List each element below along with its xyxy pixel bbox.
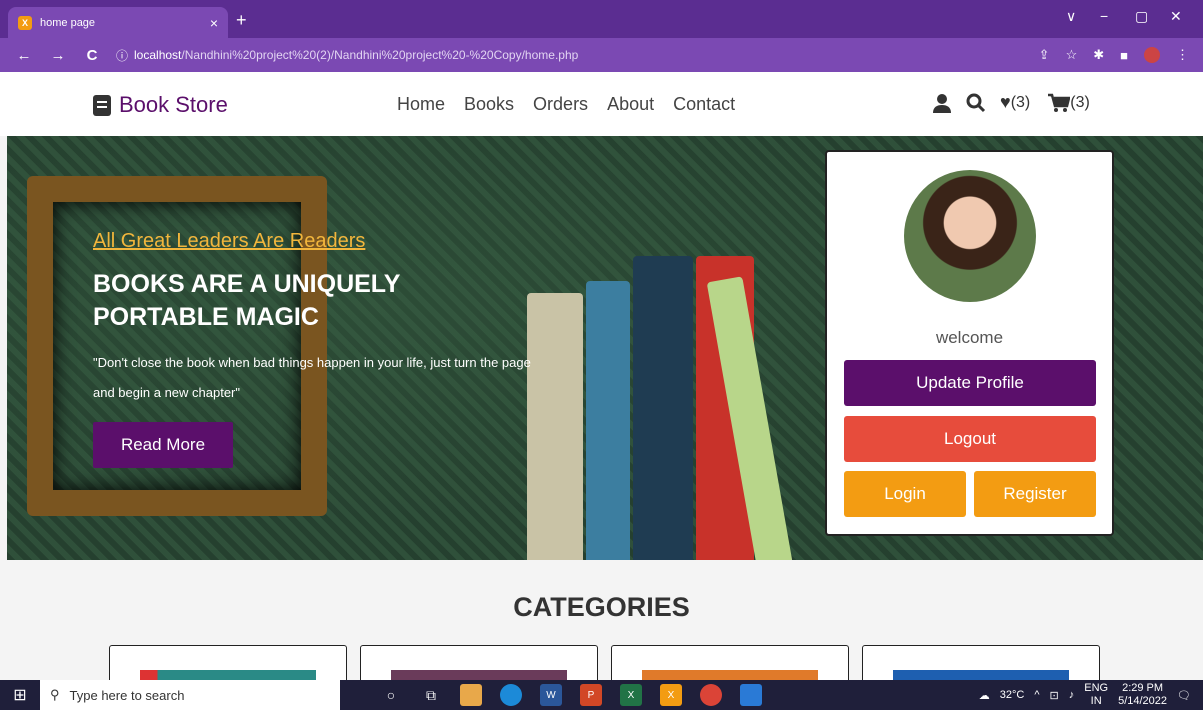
clock-time: 2:29 PM [1122, 682, 1164, 694]
category-card[interactable] [109, 645, 347, 690]
word-icon[interactable]: W [540, 684, 562, 706]
welcome-text: welcome [935, 328, 1004, 347]
weather-temp[interactable]: 32°C [1000, 689, 1025, 701]
books-image [527, 256, 793, 560]
profile-dropdown: welcome Update Profile Logout Login Regi… [825, 150, 1114, 536]
windows-taskbar: ⊞ ⚲ Type here to search ○ ⧉ W P X X ☁ 32… [0, 680, 1203, 710]
vscode-icon[interactable] [740, 684, 762, 706]
logout-button[interactable]: Logout [844, 416, 1096, 462]
chrome-icon[interactable] [700, 684, 722, 706]
browser-tab-strip: X home page × + ∨ − ▢ ✕ [0, 0, 1203, 38]
lang-code: ENG [1084, 682, 1109, 694]
logo-text: Book Store [119, 92, 228, 117]
category-card[interactable] [862, 645, 1100, 690]
powerpoint-icon[interactable]: P [580, 684, 602, 706]
clock[interactable]: 2:29 PM 5/14/2022 [1118, 682, 1167, 708]
cart-button[interactable]: (3) [1048, 93, 1090, 113]
search-icon[interactable] [966, 93, 986, 113]
url-host: localhost [134, 48, 182, 62]
lang-region: IN [1090, 695, 1102, 707]
categories-title: CATEGORIES [513, 592, 690, 622]
tab-close-icon[interactable]: × [210, 15, 218, 31]
task-view-icon[interactable]: ⧉ [420, 684, 442, 706]
maximize-button[interactable]: ▢ [1135, 8, 1148, 25]
share-icon[interactable]: ⇪ [1039, 47, 1050, 63]
wishlist-count: (3) [1010, 93, 1031, 111]
minimize-button[interactable]: − [1100, 8, 1108, 24]
url-path: /Nandhini%20project%20(2)/Nandhini%20pro… [181, 48, 579, 62]
excel-icon[interactable]: X [620, 684, 642, 706]
register-button[interactable]: Register [974, 471, 1096, 517]
nav-orders[interactable]: Orders [533, 94, 588, 115]
xampp-favicon-icon: X [18, 15, 32, 30]
menu-icon[interactable]: ⋮ [1176, 47, 1189, 63]
browser-tab[interactable]: X home page × [8, 7, 228, 38]
new-tab-button[interactable]: + [236, 10, 247, 31]
reload-button[interactable]: C [82, 47, 102, 64]
category-card[interactable] [360, 645, 598, 690]
back-button[interactable]: ← [14, 47, 34, 64]
volume-icon[interactable]: ♪ [1069, 689, 1075, 701]
site-info-icon[interactable]: ⓘ [116, 47, 128, 64]
tab-search-icon[interactable]: ∨ [1066, 8, 1076, 25]
edge-icon[interactable] [500, 684, 522, 706]
profile-avatar-image [904, 170, 1036, 302]
sidepanel-icon[interactable]: ■ [1120, 48, 1128, 63]
nav-contact[interactable]: Contact [673, 94, 735, 115]
network-icon[interactable]: ⊡ [1050, 689, 1059, 702]
taskbar-search[interactable]: ⚲ Type here to search [40, 680, 340, 710]
clock-date: 5/14/2022 [1118, 695, 1168, 707]
category-card[interactable] [611, 645, 849, 690]
heart-icon: ♥ [1000, 92, 1011, 112]
cortana-icon[interactable]: ○ [380, 684, 402, 706]
categories-section: CATEGORIES [0, 560, 1203, 690]
site-header: Book Store Home Books Orders About Conta… [0, 72, 1203, 136]
weather-icon[interactable]: ☁ [979, 689, 990, 702]
close-window-button[interactable]: ✕ [1170, 8, 1182, 25]
hero-subtitle[interactable]: All Great Leaders Are Readers [93, 230, 365, 253]
login-button[interactable]: Login [844, 471, 966, 517]
bookmark-star-icon[interactable]: ☆ [1066, 47, 1078, 63]
notifications-icon[interactable]: 🗨 [1177, 689, 1191, 702]
forward-button[interactable]: → [48, 47, 68, 64]
search-icon: ⚲ [50, 687, 60, 702]
address-bar[interactable]: ⓘ localhost/Nandhini%20project%20(2)/Nan… [116, 47, 578, 64]
profile-avatar[interactable] [1144, 47, 1160, 63]
extensions-icon[interactable]: ✱ [1093, 47, 1104, 63]
read-more-button[interactable]: Read More [93, 422, 233, 468]
windows-start-icon[interactable]: ⊞ [0, 685, 40, 705]
book-icon [93, 94, 111, 116]
taskbar-search-placeholder: Type here to search [69, 687, 185, 703]
file-explorer-icon[interactable] [460, 684, 482, 706]
xampp-icon[interactable]: X [660, 684, 682, 706]
nav-about[interactable]: About [607, 94, 654, 115]
language-indicator[interactable]: ENG IN [1084, 682, 1108, 708]
cart-count: (3) [1070, 93, 1090, 111]
nav-home[interactable]: Home [397, 94, 445, 115]
tab-title: home page [40, 16, 96, 29]
wishlist-button[interactable]: ♥ (3) [1000, 92, 1030, 113]
tray-chevron-icon[interactable]: ^ [1034, 689, 1039, 701]
browser-toolbar: ← → C ⓘ localhost/Nandhini%20project%20(… [0, 38, 1203, 72]
user-icon[interactable] [932, 93, 952, 113]
nav-books[interactable]: Books [464, 94, 514, 115]
hero-quote: "Don't close the book when bad things ha… [93, 355, 531, 400]
cart-icon [1048, 93, 1071, 112]
update-profile-button[interactable]: Update Profile [844, 360, 1096, 406]
hero-title: BOOKS ARE A UNIQUELY PORTABLE MAGIC [93, 270, 400, 331]
main-nav: Home Books Orders About Contact [397, 94, 735, 115]
site-logo[interactable]: Book Store [93, 92, 228, 118]
